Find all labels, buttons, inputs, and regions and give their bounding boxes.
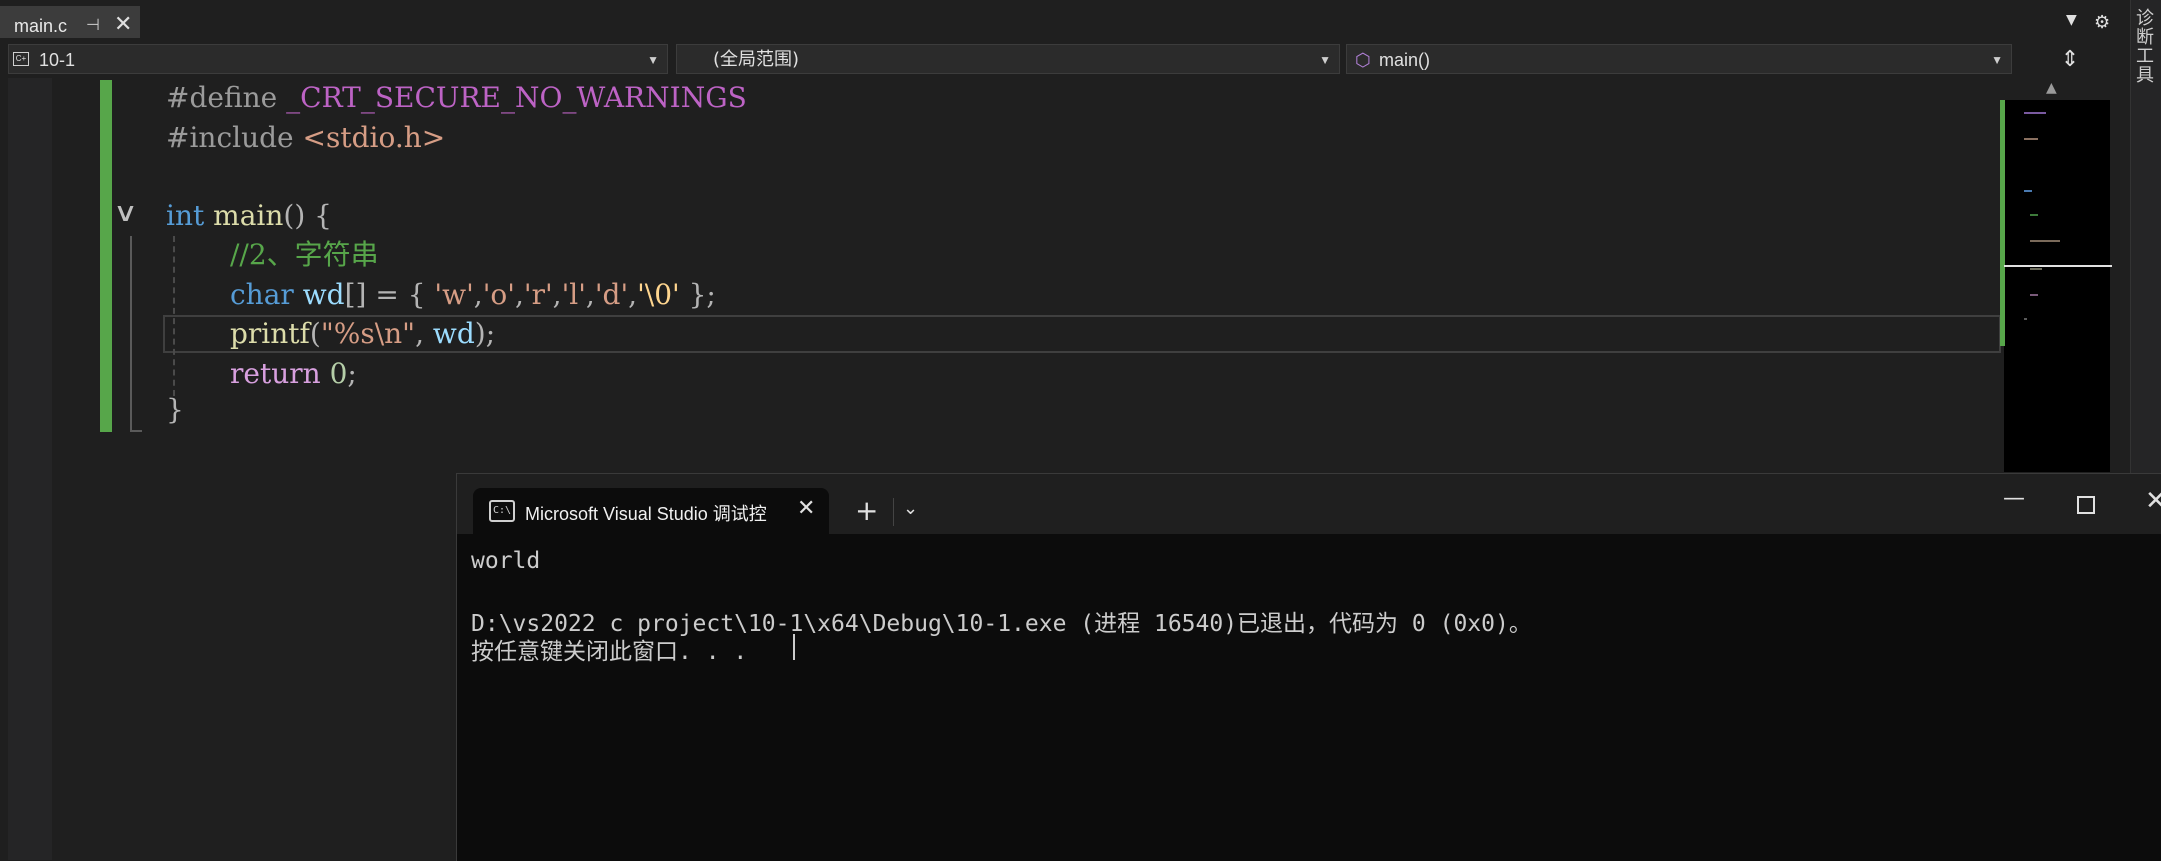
close-icon[interactable]: ✕ [797, 496, 815, 521]
debug-console-window[interactable]: C:\ Microsoft Visual Studio 调试控 ✕ + ⌄ — … [456, 473, 2161, 861]
project-icon: C+ [13, 52, 29, 66]
scope-dropdown[interactable]: (全局范围) ▼ [676, 44, 1340, 74]
minimap-line [2024, 112, 2046, 114]
cube-icon: ⬡ [1355, 50, 1371, 70]
console-tab[interactable]: C:\ Microsoft Visual Studio 调试控 ✕ [473, 488, 829, 534]
project-name: 10-1 [39, 50, 76, 70]
tab-title: main.c [14, 16, 68, 36]
separator [893, 498, 894, 526]
minimap-line [2030, 214, 2038, 216]
minimap-line [2024, 190, 2032, 192]
project-dropdown[interactable]: C+ 10-1 ▼ [8, 44, 668, 74]
console-title-bar[interactable]: C:\ Microsoft Visual Studio 调试控 ✕ + ⌄ — … [457, 474, 2161, 534]
fold-chevron-icon[interactable]: ∨ [113, 198, 138, 228]
diagnostic-tools-label[interactable]: 诊断工具 [2133, 8, 2156, 84]
close-icon[interactable]: ✕ [114, 12, 132, 37]
code-map-viewport-marker[interactable] [2004, 265, 2112, 267]
code-line: return 0; [230, 357, 357, 390]
fold-guide-end [130, 430, 142, 432]
console-tab-title: Microsoft Visual Studio 调试控 [525, 504, 767, 524]
minimap-line [2024, 318, 2027, 320]
split-icon: ⇕ [2060, 46, 2080, 71]
code-line: #define _CRT_SECURE_NO_WARNINGS [166, 81, 747, 114]
minimap-line [2030, 268, 2042, 270]
console-output-line: world [471, 548, 541, 574]
document-tab-bar [0, 0, 2161, 36]
minimize-icon[interactable]: — [2003, 486, 2025, 511]
minimap-line [2030, 294, 2038, 296]
editor-gutter [8, 78, 52, 860]
new-tab-icon[interactable]: + [855, 494, 878, 527]
fold-guide [130, 236, 132, 432]
change-tracking-bar [100, 80, 112, 432]
tab-list-dropdown-icon[interactable]: ▼ [2066, 12, 2077, 28]
pin-icon[interactable]: ⊣ [86, 15, 100, 34]
editor-margin [52, 78, 100, 860]
navigation-bar: C+ 10-1 ▼ (全局范围) ▼ ⬡ main() ▼ ⇕ [8, 44, 2130, 78]
close-window-icon[interactable]: ✕ [2145, 486, 2161, 516]
minimap-line [2024, 138, 2038, 140]
function-name: main() [1379, 50, 1431, 70]
gear-icon[interactable]: ⚙ [2094, 12, 2110, 33]
document-tab[interactable]: main.c ⊣ ✕ [0, 6, 140, 38]
console-output-line: 按任意键关闭此窗口. . . [471, 639, 748, 665]
code-line: printf("%s\n", wd); [230, 317, 496, 350]
function-dropdown[interactable]: ⬡ main() ▼ [1346, 44, 2012, 74]
code-line: //2、字符串 [230, 238, 379, 271]
code-line: char wd[] = { 'w','o','r','l','d','\0' }… [230, 278, 716, 311]
scroll-up-icon[interactable]: ▲ [2046, 80, 2057, 96]
chevron-down-icon: ▼ [1991, 53, 2003, 67]
maximize-icon[interactable] [2077, 496, 2095, 514]
indent-guide [173, 236, 175, 396]
split-window-button[interactable]: ⇕ [2020, 44, 2120, 74]
chevron-down-icon: ▼ [1319, 53, 1331, 67]
scope-name: (全局范围) [713, 49, 800, 70]
code-map-change-bar [2000, 100, 2005, 346]
minimap-line [2030, 240, 2060, 242]
chevron-down-icon[interactable]: ⌄ [903, 498, 918, 519]
code-line: } [166, 393, 184, 426]
console-icon: C:\ [489, 500, 515, 522]
code-line: int main() { [166, 199, 332, 232]
text-cursor [793, 634, 795, 660]
code-map-scrollbar[interactable] [2004, 100, 2110, 472]
code-line: #include <stdio.h> [166, 121, 446, 154]
chevron-down-icon: ▼ [647, 53, 659, 67]
